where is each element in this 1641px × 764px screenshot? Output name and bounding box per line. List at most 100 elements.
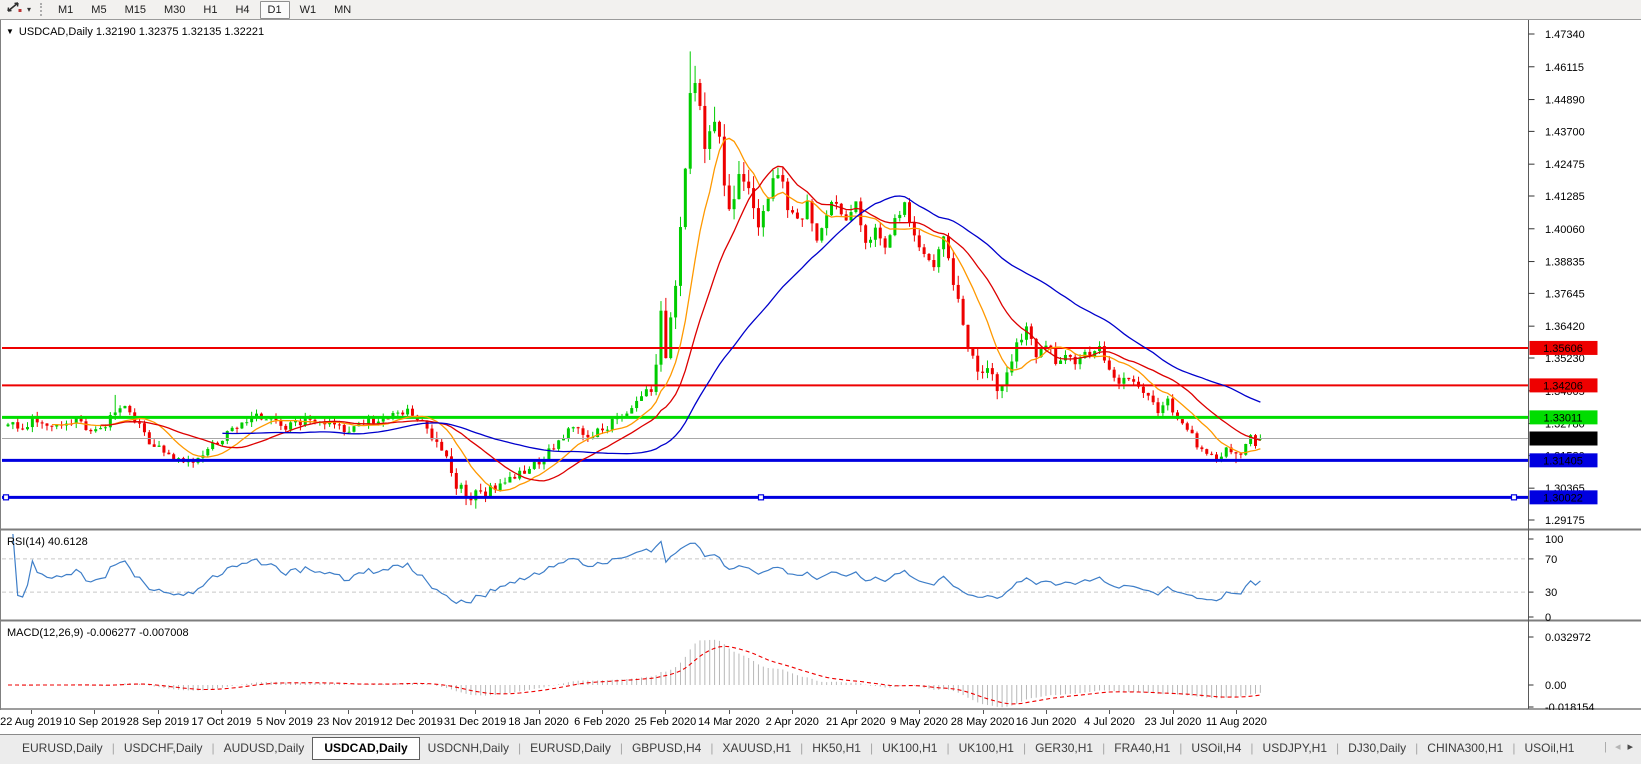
scroll-right-icon[interactable]: ▸ bbox=[1627, 740, 1633, 753]
chart-tab-ger30-h1[interactable]: GER30,H1 bbox=[1027, 739, 1101, 758]
date-label: 31 Dec 2019 bbox=[443, 716, 507, 728]
chart-tab-china300-h1[interactable]: CHINA300,H1 bbox=[1419, 739, 1511, 758]
chart-tab-gbpusd-h4[interactable]: GBPUSD,H4 bbox=[624, 739, 709, 758]
price-tick-label: 1.42475 bbox=[1545, 159, 1585, 171]
chart-tab-uk100-h1[interactable]: UK100,H1 bbox=[874, 739, 945, 758]
timeframe-button-w1[interactable]: W1 bbox=[292, 1, 325, 19]
date-tick bbox=[601, 710, 603, 714]
date-label: 22 Aug 2019 bbox=[0, 716, 62, 728]
chart-tab-usdjpy-h1[interactable]: USDJPY,H1 bbox=[1255, 739, 1335, 758]
chart-tab-usoil-h1[interactable]: USOil,H1 bbox=[1516, 739, 1582, 758]
chart-tab-bar: EURUSD,Daily | USDCHF,Daily | AUDUSD,Daily US… bbox=[0, 734, 1641, 764]
date-label: 12 Dec 2019 bbox=[380, 716, 443, 728]
date-label: 10 Sep 2019 bbox=[63, 716, 126, 728]
bid-price-badge-text: 1.32221 bbox=[1543, 434, 1583, 446]
chart-tab-eurusd-daily[interactable]: EURUSD,Daily bbox=[14, 739, 111, 758]
chart-tab-uk100-h1[interactable]: UK100,H1 bbox=[951, 739, 1022, 758]
timeframe-button-h4[interactable]: H4 bbox=[227, 1, 257, 19]
price-tick-label: 1.47340 bbox=[1545, 29, 1585, 41]
level-price-badge-text: 1.30022 bbox=[1543, 492, 1583, 504]
macd-tick-label: 0.00 bbox=[1545, 680, 1566, 692]
date-tick bbox=[1172, 710, 1174, 714]
toolbar-grip bbox=[40, 3, 43, 16]
line-handle[interactable] bbox=[2, 494, 10, 501]
chart-tab-hk50-h1[interactable]: HK50,H1 bbox=[804, 739, 869, 758]
date-tick bbox=[284, 710, 286, 714]
date-tick bbox=[728, 710, 730, 714]
date-label: 6 Feb 2020 bbox=[574, 716, 630, 728]
date-tick bbox=[475, 710, 477, 714]
level-price-badge-text: 1.34206 bbox=[1543, 380, 1583, 392]
date-label: 2 Apr 2020 bbox=[765, 716, 819, 728]
line-handle[interactable] bbox=[757, 494, 765, 501]
date-label: 28 May 2020 bbox=[950, 716, 1015, 728]
level-price-badge-text: 1.33011 bbox=[1544, 412, 1583, 424]
level-price-badge-text: 1.35606 bbox=[1543, 343, 1583, 355]
date-tick bbox=[919, 710, 921, 714]
date-tick bbox=[792, 710, 794, 714]
price-tick-label: 1.36420 bbox=[1545, 321, 1585, 333]
rsi-tick-label: 100 bbox=[1545, 534, 1563, 546]
tab-separator: | bbox=[1604, 740, 1607, 753]
price-tick-label: 1.38835 bbox=[1545, 257, 1585, 269]
date-tick bbox=[538, 710, 540, 714]
chart-tab-usdchf-daily[interactable]: USDCHF,Daily bbox=[116, 739, 211, 758]
price-tick-label: 1.44890 bbox=[1545, 95, 1585, 107]
chart-tab-fra40-h1[interactable]: FRA40,H1 bbox=[1106, 739, 1178, 758]
timeframe-toolbar: ▾ M1 M5 M15 M30 H1 H4 D1 W1 MN bbox=[0, 0, 1641, 20]
date-tick bbox=[348, 710, 350, 714]
date-label: 28 Sep 2019 bbox=[126, 716, 190, 728]
rsi-tick-label: 30 bbox=[1545, 587, 1557, 599]
chart-tab-audusd-daily[interactable]: AUDUSD,Daily bbox=[216, 739, 313, 758]
line-handle[interactable] bbox=[1510, 494, 1518, 501]
date-tick bbox=[94, 710, 96, 714]
timeframe-button-h1[interactable]: H1 bbox=[195, 1, 225, 19]
timeframe-button-m30[interactable]: M30 bbox=[156, 1, 193, 19]
chart-tab-eurusd-daily[interactable]: EURUSD,Daily bbox=[522, 739, 619, 758]
diagonal-arrows-tool-icon bbox=[5, 0, 23, 19]
date-tick bbox=[221, 710, 223, 714]
price-tick-label: 1.29175 bbox=[1545, 515, 1585, 527]
date-tick bbox=[157, 710, 159, 714]
chart-canvas[interactable]: 1.47340 1.46115 1.44890 1.43700 1.42475 1.412… bbox=[0, 20, 1641, 710]
chart-background[interactable] bbox=[0, 20, 1641, 710]
price-tick-label: 1.40060 bbox=[1545, 224, 1585, 236]
date-tick bbox=[982, 710, 984, 714]
date-label: 18 Jan 2020 bbox=[508, 716, 569, 728]
price-tick-label: 1.37645 bbox=[1545, 288, 1585, 300]
date-label: 25 Feb 2020 bbox=[634, 716, 697, 728]
date-tick bbox=[1046, 710, 1048, 714]
chevron-down-icon[interactable]: ▾ bbox=[27, 5, 31, 14]
chart-tab-usoil-h4[interactable]: USOil,H4 bbox=[1183, 739, 1249, 758]
chart-tab-xauusd-h1[interactable]: XAUUSD,H1 bbox=[714, 739, 799, 758]
date-label: 5 Nov 2019 bbox=[256, 716, 313, 728]
date-label: 21 Apr 2020 bbox=[826, 716, 886, 728]
timeframe-button-mn[interactable]: MN bbox=[326, 1, 359, 19]
timeframe-button-d1[interactable]: D1 bbox=[259, 0, 290, 19]
timeframe-button-m1[interactable]: M1 bbox=[50, 1, 81, 19]
macd-tick-label: 0.032972 bbox=[1545, 632, 1591, 644]
timeframe-button-m5[interactable]: M5 bbox=[83, 1, 114, 19]
timeframe-button-m15[interactable]: M15 bbox=[117, 1, 154, 19]
date-label: 17 Oct 2019 bbox=[191, 716, 252, 728]
price-tick-label: 1.46115 bbox=[1545, 62, 1584, 74]
macd-tick-label: -0.018154 bbox=[1545, 702, 1595, 710]
date-tick bbox=[1236, 710, 1238, 714]
chart-tab-dj30-daily[interactable]: DJ30,Daily bbox=[1340, 739, 1414, 758]
chart-tool-button[interactable]: ▾ bbox=[0, 0, 36, 19]
trading-platform-window: ▾ M1 M5 M15 M30 H1 H4 D1 W1 MN 1.47340 1.46115 1.4… bbox=[0, 0, 1641, 764]
chart-tab-usdcnh-daily[interactable]: USDCNH,Daily bbox=[420, 739, 517, 758]
price-tick-label: 1.43700 bbox=[1545, 126, 1585, 138]
chart-tab-usdcad-daily[interactable]: USDCAD,Daily bbox=[312, 737, 420, 760]
date-label: 14 Mar 2020 bbox=[697, 716, 760, 728]
level-price-badge-text: 1.31405 bbox=[1543, 455, 1583, 467]
date-tick bbox=[665, 710, 667, 714]
date-axis[interactable]: 22 Aug 2019 10 Sep 2019 28 Sep 2019 17 Oct … bbox=[0, 710, 1641, 734]
date-tick bbox=[411, 710, 413, 714]
date-tick bbox=[31, 710, 32, 714]
rsi-tick-label: 0 bbox=[1545, 612, 1551, 624]
date-label: 23 Jul 2020 bbox=[1144, 716, 1202, 728]
price-tick-label: 1.41285 bbox=[1545, 191, 1585, 203]
date-tick bbox=[1109, 710, 1111, 714]
scroll-left-icon[interactable]: ◂ bbox=[1615, 740, 1621, 753]
